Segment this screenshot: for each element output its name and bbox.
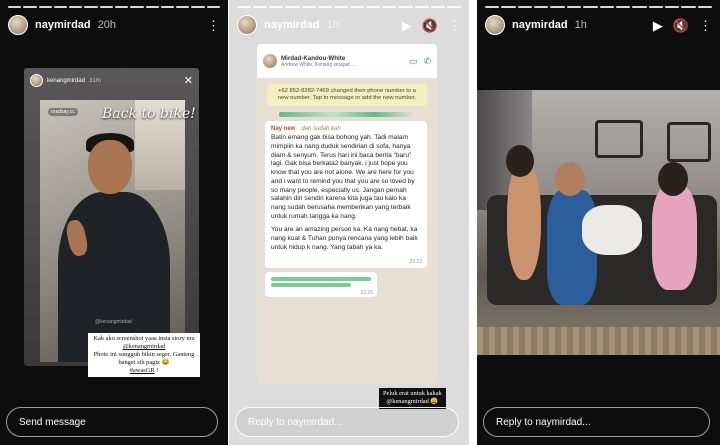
mute-icon[interactable]: 🔇 [422,19,438,32]
avatar[interactable] [485,15,505,35]
story-header: naymirdad 1h ▶ 🔇 ⋮ [485,14,712,36]
send-message-input[interactable]: Send message [6,407,218,437]
phone-icon: ✆ [423,55,431,66]
message-para2: You are an amazing person ka. Ka nang he… [271,226,418,251]
message-time: 23.23 [409,258,422,265]
username[interactable]: naymirdad [264,19,320,31]
more-vertical-icon[interactable]: ⋮ [699,19,712,32]
story-header: naymirdad 1h ▶ 🔇 ⋮ [237,14,461,36]
message-sender: Nay new [271,126,296,133]
message-bubble: Nay new dan sudah kah Batin emang gak bis… [265,121,427,268]
redacted-message: 23.26 [265,271,377,297]
reply-placeholder: Send message [19,416,86,428]
message-sender-sub: dan sudah kah [301,126,341,133]
message-time-2: 23.26 [360,289,373,296]
caption-line2: Photo ini sungguh bikin seger. Ganteng b… [93,351,195,366]
photo-watermark: @kenangmirdad [95,319,132,325]
message-para1: Batin emang gak bisa bohong yah. Tadi ma… [271,134,415,220]
progress-bars [237,6,461,8]
caption-end: ! [156,367,159,374]
redacted-line [279,112,415,118]
source-tag: roadsay.cc [48,108,78,116]
story-title: Back to bike! [102,106,196,122]
story-panel-3[interactable]: naymirdad 1h ▶ 🔇 ⋮ Reply to naymirdad... [477,0,720,445]
post-time: 1h [326,19,339,31]
sticker-line2[interactable]: @kenangmirdad 😩 [383,398,442,406]
mute-icon[interactable]: 🔇 [673,19,689,32]
caption-line1: Kak aku screenshot yaaa insta story mu [93,335,195,342]
reply-input[interactable]: Reply to naymirdad... [235,407,459,437]
group-members: Andrew White, Kenang sinapat, ... [281,61,357,68]
avatar[interactable] [237,15,257,35]
progress-bars [8,6,220,8]
close-icon: ✕ [183,75,193,87]
play-icon[interactable]: ▶ [402,19,412,32]
reply-placeholder: Reply to naymirdad... [248,416,343,428]
chat-header: Mirdad-Kandou-White Andrew White, Kenang… [257,44,437,78]
reply-placeholder: Reply to naymirdad... [496,416,591,428]
play-icon[interactable]: ▶ [653,19,663,32]
video-call-icon: ▭ [408,55,418,66]
card-time: 31m [89,77,101,84]
number-change-notice: +62 852-8282-7469 changed their phone nu… [267,84,427,107]
text-sticker: Peluk erat untuk kakak @kenangmirdad 😩 [379,388,446,409]
story-panel-2[interactable]: naymirdad 1h ▶ 🔇 ⋮ Mirdad-Kandou-White A… [229,0,469,445]
card-username: kenangmirdad [47,77,86,84]
whatsapp-screenshot: Mirdad-Kandou-White Andrew White, Kenang… [257,44,437,384]
caption-box: Kak aku screenshot yaaa insta story mu @… [88,333,200,377]
card-avatar [30,74,43,87]
avatar[interactable] [8,15,28,35]
username[interactable]: naymirdad [512,19,568,31]
story-header: naymirdad 20h ⋮ [8,14,220,36]
childhood-photo [477,90,720,355]
progress-bars [485,6,713,8]
caption-hashtag[interactable]: #awasGR [130,367,155,374]
post-time: 1h [574,19,587,31]
username[interactable]: naymirdad [35,19,91,31]
more-vertical-icon[interactable]: ⋮ [448,19,461,32]
reply-input[interactable]: Reply to naymirdad... [483,407,710,437]
more-vertical-icon[interactable]: ⋮ [207,19,220,32]
group-avatar [263,54,277,68]
caption-handle[interactable]: @kenangmirdad [91,343,197,351]
post-time: 20h [97,19,116,31]
card-header: kenangmirdad 31m ✕ [30,74,193,87]
story-panel-1[interactable]: naymirdad 20h ⋮ kenangmirdad 31m ✕ roads… [0,0,228,445]
group-name: Mirdad-Kandou-White [281,54,346,62]
story-viewer: naymirdad 20h ⋮ kenangmirdad 31m ✕ roads… [0,0,720,445]
